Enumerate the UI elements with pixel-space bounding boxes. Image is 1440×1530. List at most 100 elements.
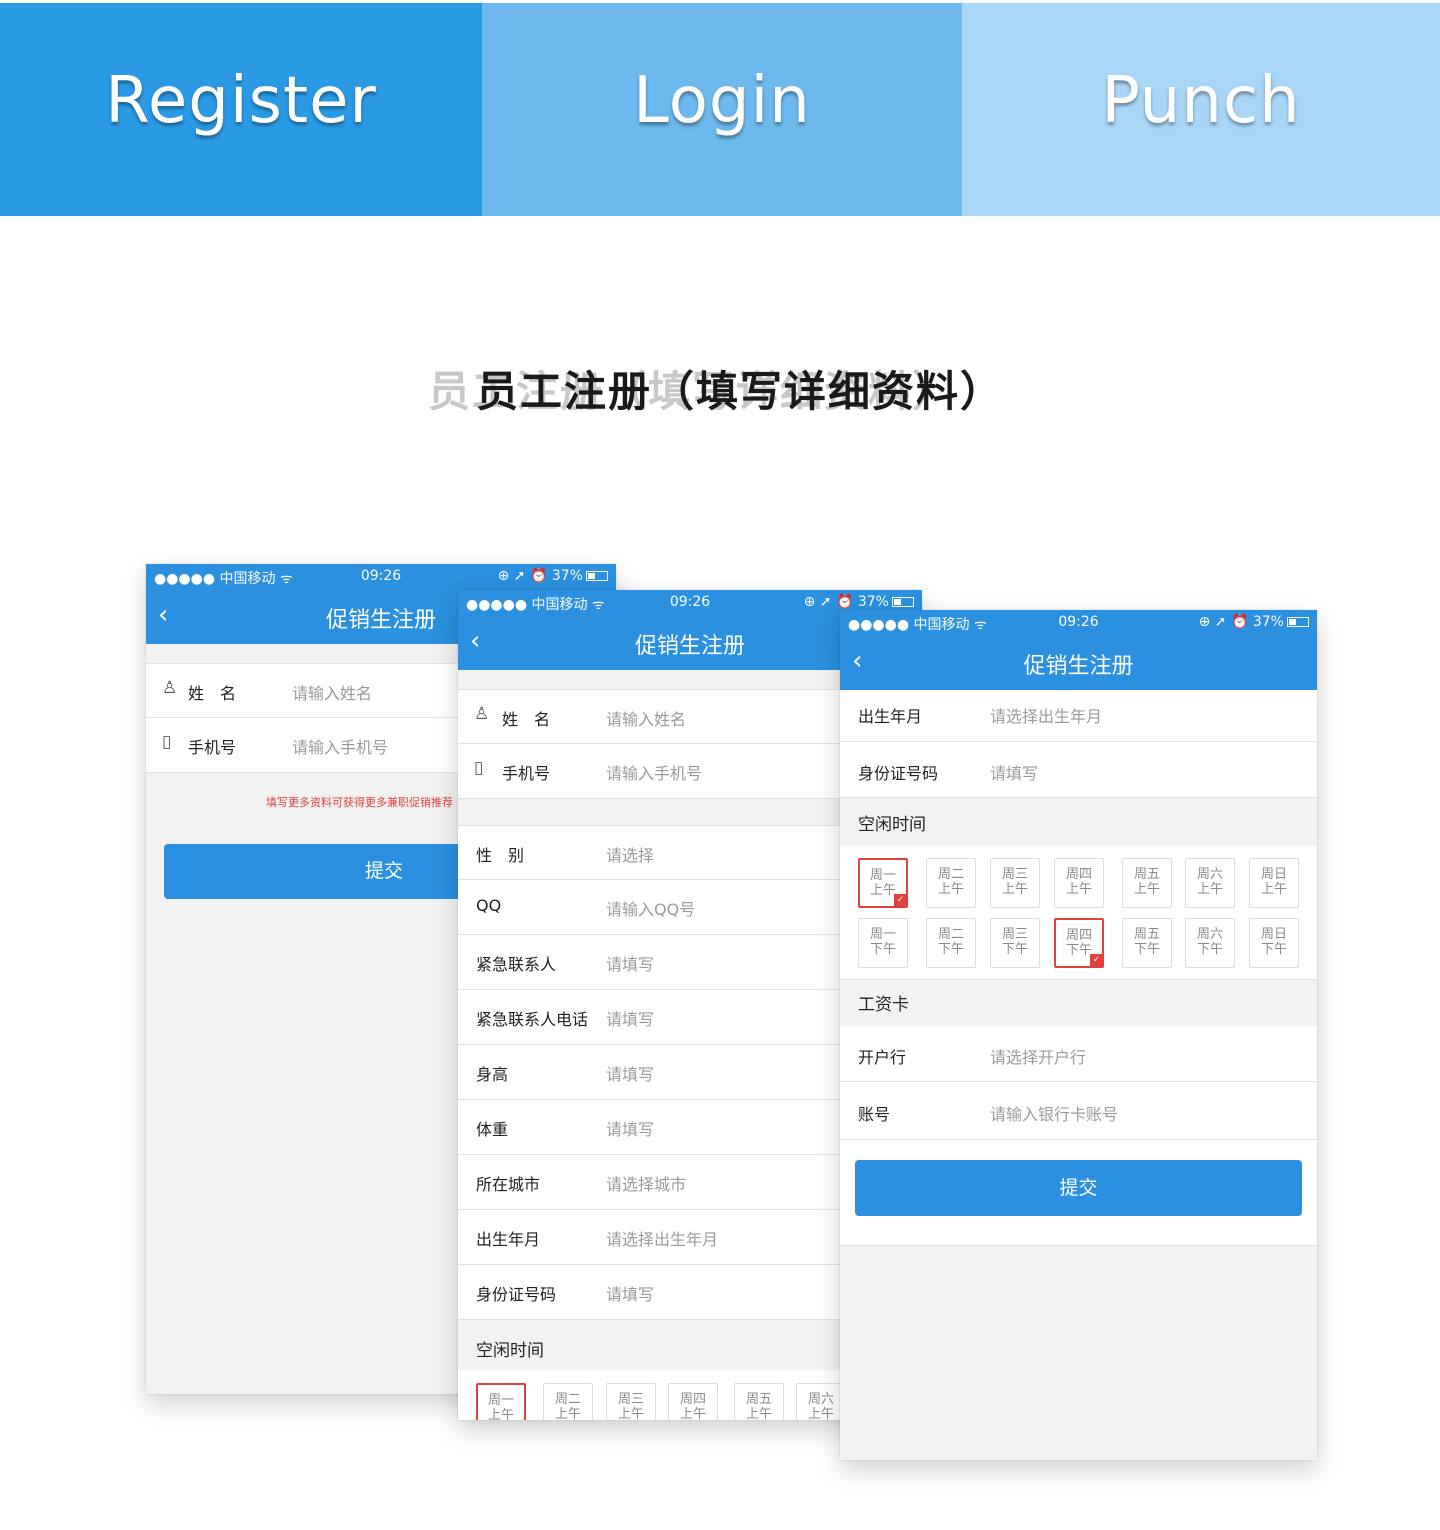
field-label: 身高: [476, 1065, 509, 1084]
slot-time: 上午: [617, 1407, 644, 1420]
tab-punch[interactable]: Punch: [962, 3, 1440, 216]
field-placeholder: 请填写: [606, 1010, 655, 1029]
slot-tue-am[interactable]: 周二 上午: [926, 858, 976, 908]
slot-fri-am[interactable]: 周五 上午: [1122, 858, 1172, 908]
field-label: 所在城市: [476, 1175, 541, 1194]
field-label: 出生年月: [476, 1230, 541, 1249]
person-icon: ♙: [162, 678, 178, 698]
field-placeholder: 请输入QQ号: [606, 900, 696, 919]
check-icon: ✓: [1090, 954, 1103, 967]
field-placeholder: 请填写: [606, 1120, 655, 1139]
slot-day: 周三: [1001, 927, 1028, 942]
slot-day: 周五: [1133, 867, 1160, 882]
slot-tue-pm[interactable]: 周二 下午: [926, 918, 976, 968]
slot-day: 周四: [679, 1392, 706, 1407]
slot-thu-pm[interactable]: 周四 下午 ✓: [1054, 918, 1104, 968]
free-time-grid: 周一 上午 ✓ 周二 上午 周三 上午 周四 上午 周五 上午 周六 上午 周日 上午 周一 下午…: [840, 846, 1317, 980]
slot-tue-am[interactable]: 周二 上午: [543, 1383, 593, 1420]
slot-day: 周六: [1196, 927, 1223, 942]
hint-text: 填写更多资料可获得更多兼职促销推荐: [266, 796, 453, 809]
field-label: 紧急联系人: [476, 955, 557, 974]
slot-day: 周二: [937, 927, 964, 942]
field-placeholder: 请输入姓名: [606, 710, 687, 729]
tab-register[interactable]: Register: [0, 3, 482, 216]
birth-field[interactable]: 出生年月 请选择出生年月: [840, 690, 1317, 742]
battery-icon: [892, 597, 914, 607]
phone-icon: ▯: [162, 732, 172, 752]
field-placeholder: 请填写: [606, 1065, 655, 1084]
page-title: 员工注册（填写详细资料）: [476, 367, 1005, 416]
slot-time: 上午: [869, 883, 896, 898]
salary-card-header: 工资卡: [840, 990, 1317, 1026]
field-placeholder: 请选择: [606, 846, 655, 865]
slot-time: 上午: [745, 1407, 772, 1420]
slot-wed-am[interactable]: 周三 上午: [990, 858, 1040, 908]
slot-day: 周二: [937, 867, 964, 882]
slot-day: 周四: [1065, 867, 1092, 882]
person-icon: ♙: [474, 704, 490, 724]
top-tabs: Register Login Punch: [0, 3, 1440, 216]
slot-day: 周三: [1001, 867, 1028, 882]
slot-time: 上午: [1001, 882, 1028, 897]
account-field[interactable]: 账号 请输入银行卡账号: [840, 1082, 1317, 1140]
status-right: ⊕ ➚ ⏰ 37%: [804, 594, 914, 610]
field-label: 账号: [858, 1105, 891, 1124]
slot-wed-am[interactable]: 周三 上午: [606, 1383, 656, 1420]
field-placeholder: 请输入银行卡账号: [990, 1105, 1119, 1124]
slot-thu-am[interactable]: 周四 上午: [668, 1383, 718, 1420]
status-right: ⊕ ➚ ⏰ 37%: [498, 568, 608, 584]
slot-sat-am[interactable]: 周六 上午: [1185, 858, 1235, 908]
tab-login[interactable]: Login: [482, 3, 962, 216]
slot-mon-am[interactable]: 周一 上午 ✓: [858, 858, 908, 908]
slot-day: 周一: [869, 927, 896, 942]
field-label: 姓 名: [502, 710, 551, 729]
slot-time: 下午: [1001, 942, 1028, 957]
field-placeholder: 请填写: [990, 764, 1039, 783]
slot-time: 下午: [1196, 942, 1223, 957]
nav-bar: ‹ 促销生注册: [840, 636, 1317, 690]
status-right: ⊕ ➚ ⏰ 37%: [1199, 614, 1309, 630]
field-placeholder: 请填写: [606, 1285, 655, 1304]
slot-mon-pm[interactable]: 周一 下午: [858, 918, 908, 968]
slot-fri-am[interactable]: 周五 上午: [734, 1383, 784, 1420]
slot-fri-pm[interactable]: 周五 下午: [1122, 918, 1172, 968]
submit-button[interactable]: 提交: [855, 1160, 1302, 1216]
field-label: 出生年月: [858, 707, 923, 726]
field-placeholder: 请选择城市: [606, 1175, 687, 1194]
field-placeholder: 请填写: [606, 955, 655, 974]
phone-screen-availability: ●●●●● 中国移动 ᯤ 09:26 ⊕ ➚ ⏰ 37% ‹ 促销生注册 出生年…: [840, 610, 1317, 1460]
field-placeholder: 请输入手机号: [292, 738, 389, 757]
slot-day: 周日: [1260, 867, 1287, 882]
field-label: 性 别: [476, 846, 525, 865]
slot-sat-pm[interactable]: 周六 下午: [1185, 918, 1235, 968]
slot-day: 周日: [1260, 927, 1287, 942]
slot-day: 周六: [1196, 867, 1223, 882]
slot-thu-am[interactable]: 周四 上午: [1054, 858, 1104, 908]
id-card-field[interactable]: 身份证号码 请填写: [840, 742, 1317, 798]
bank-field[interactable]: 开户行 请选择开户行: [840, 1026, 1317, 1082]
slot-day: 周一: [487, 1393, 514, 1408]
slot-time: 下午: [869, 942, 896, 957]
slot-mon-am[interactable]: 周一 上午: [476, 1383, 526, 1420]
field-label: 紧急联系人电话: [476, 1010, 589, 1029]
slot-day: 周六: [807, 1392, 834, 1407]
slot-day: 周二: [554, 1392, 581, 1407]
field-placeholder: 请选择开户行: [990, 1048, 1087, 1067]
slot-day: 周三: [617, 1392, 644, 1407]
slot-time: 上午: [1260, 882, 1287, 897]
section-label: 空闲时间: [858, 815, 926, 835]
slot-time: 下午: [1260, 942, 1287, 957]
slot-time: 上午: [937, 882, 964, 897]
slot-sun-pm[interactable]: 周日 下午: [1249, 918, 1299, 968]
field-label: QQ: [476, 896, 502, 915]
field-placeholder: 请选择出生年月: [990, 707, 1103, 726]
status-bar: ●●●●● 中国移动 ᯤ 09:26 ⊕ ➚ ⏰ 37%: [840, 610, 1317, 636]
battery-icon: [1287, 617, 1309, 627]
field-placeholder: 请选择出生年月: [606, 1230, 719, 1249]
slot-wed-pm[interactable]: 周三 下午: [990, 918, 1040, 968]
slot-sat-am[interactable]: 周六 上午: [796, 1383, 846, 1420]
slot-sun-am[interactable]: 周日 上午: [1249, 858, 1299, 908]
slot-time: 下午: [1065, 943, 1092, 958]
slot-time: 上午: [554, 1407, 581, 1420]
field-label: 身份证号码: [476, 1285, 557, 1304]
